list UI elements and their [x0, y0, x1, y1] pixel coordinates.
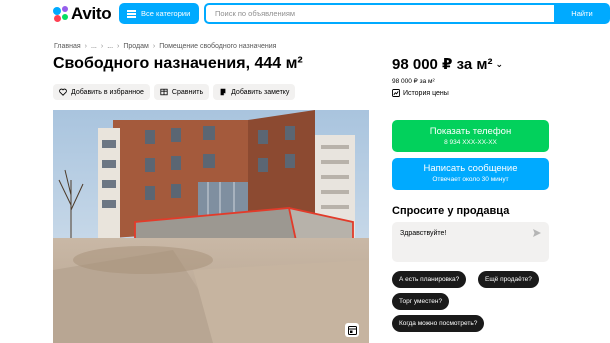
- avito-logo[interactable]: Avito: [53, 4, 112, 24]
- search-placeholder: Поиск по объявлениям: [215, 9, 296, 18]
- all-categories-label: Все категории: [141, 9, 191, 18]
- show-phone-button[interactable]: Показать телефон 8 934 XXX-XX-XX: [392, 120, 549, 152]
- compare-label: Сравнить: [171, 88, 204, 96]
- fullscreen-button[interactable]: [345, 323, 359, 337]
- listing-photo[interactable]: [53, 110, 369, 343]
- gallery-icon: [347, 325, 357, 335]
- menu-icon: [127, 9, 136, 18]
- chevron-right-icon: ›: [117, 43, 120, 50]
- logo-text: Avito: [71, 4, 112, 23]
- breadcrumb: Главная › ... › ... › Продам › Помещение…: [54, 43, 276, 50]
- search-input[interactable]: Поиск по объявлениям: [204, 3, 556, 24]
- price-per-m2: 98 000 ₽ за м²: [392, 78, 435, 85]
- ask-seller-title: Спросите у продавца: [392, 205, 510, 217]
- breadcrumb-item[interactable]: ...: [91, 43, 97, 50]
- show-phone-label: Показать телефон: [429, 126, 512, 137]
- phone-masked: 8 934 XXX-XX-XX: [444, 139, 497, 146]
- quick-question-chip[interactable]: Ещё продаёте?: [478, 271, 539, 288]
- price-history-label: История цены: [403, 89, 449, 97]
- chart-icon: [392, 89, 400, 97]
- chevron-right-icon: ›: [100, 43, 104, 50]
- write-message-label: Написать сообщение: [423, 163, 518, 174]
- add-note-label: Добавить заметку: [231, 88, 290, 96]
- all-categories-button[interactable]: Все категории: [119, 3, 199, 24]
- write-message-button[interactable]: Написать сообщение Отвечает около 30 мин…: [392, 158, 549, 190]
- add-to-favorites-button[interactable]: Добавить в избранное: [53, 84, 150, 100]
- listing-actions: Добавить в избранное Сравнить Добавить з…: [53, 84, 296, 100]
- search-button[interactable]: Найти: [554, 3, 610, 24]
- quick-question-chip[interactable]: А есть планировка?: [392, 271, 467, 288]
- chevron-right-icon: ›: [152, 43, 156, 50]
- breadcrumb-item[interactable]: ...: [107, 43, 113, 50]
- breadcrumb-item[interactable]: Помещение свободного назначения: [159, 43, 276, 50]
- chevron-down-icon: ⌄: [495, 58, 504, 69]
- heart-icon: [59, 88, 67, 96]
- compare-button[interactable]: Сравнить: [153, 84, 210, 100]
- quick-question-chip[interactable]: Торг уместен?: [392, 293, 450, 310]
- note-icon: [220, 88, 226, 96]
- add-to-favorites-label: Добавить в избранное: [71, 88, 144, 96]
- building-photo-image: [53, 110, 369, 343]
- breadcrumb-item[interactable]: Главная: [54, 43, 81, 50]
- add-note-button[interactable]: Добавить заметку: [213, 84, 296, 100]
- price-dropdown[interactable]: 98 000 ₽ за м² ⌄: [392, 55, 503, 73]
- price-value: 98 000 ₽ за м²: [392, 56, 493, 73]
- reply-time: Отвечает около 30 минут: [432, 176, 509, 183]
- compare-icon: [160, 88, 168, 96]
- send-icon[interactable]: [532, 228, 542, 238]
- logo-icon: [53, 6, 69, 22]
- quick-question-chip[interactable]: Когда можно посмотреть?: [392, 315, 485, 332]
- price-history-link[interactable]: История цены: [392, 89, 449, 97]
- message-input[interactable]: Здравствуйте!: [392, 222, 549, 262]
- chevron-right-icon: ›: [84, 43, 87, 50]
- breadcrumb-item[interactable]: Продам: [123, 43, 148, 50]
- page-title: Свободного назначения, 444 м²: [53, 55, 303, 72]
